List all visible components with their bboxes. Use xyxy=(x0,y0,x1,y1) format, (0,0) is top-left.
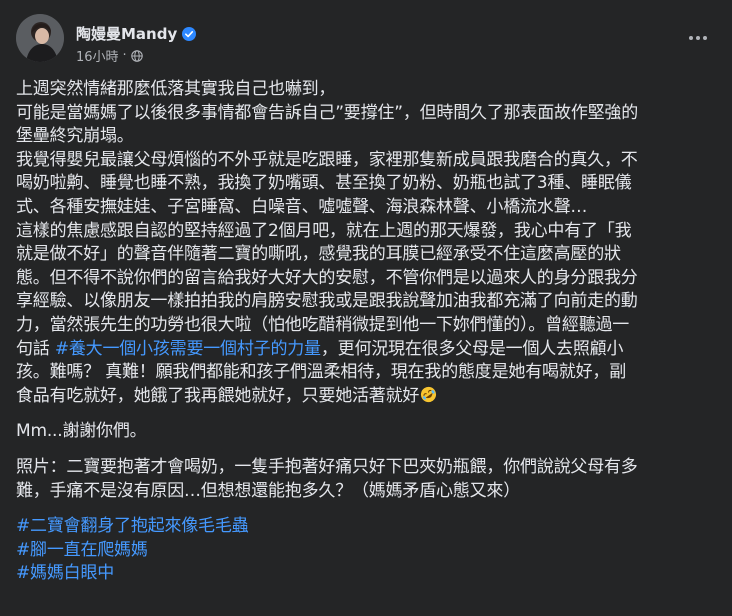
post-line: 喝奶啦齁、睡覺也睡不熟，我換了奶嘴頭、甚至換了奶粉、奶瓶也試了3種、睡眠儀 xyxy=(16,173,632,194)
post-line: 上週突然情緒那麼低落其實我自己也嚇到， xyxy=(16,79,336,99)
globe-icon[interactable] xyxy=(130,49,143,62)
post-line: 我覺得嬰兒最讓父母煩惱的不外乎就是吃跟睡，家裡那隻新成員跟我磨合的真久，不 xyxy=(16,149,638,170)
post-text: ，更何況現在很多父母是一個人去照顧小 xyxy=(320,338,624,359)
hashtag-link[interactable]: #養大一個小孩需要一個村子的力量 xyxy=(55,339,321,359)
hashtag-link[interactable]: #腳一直在爬媽媽 xyxy=(16,539,716,563)
post-line: 態。但不得不說你們的留言給我好大好大的安慰，不管你們是以過來人的身分跟我分 xyxy=(16,267,638,288)
facebook-post: 陶嫚曼Mandy 16小時 · 上週突然情緒那麼低落其實我自己也嚇到， 可能是當… xyxy=(0,0,732,616)
post-line: 堡壘終究崩塌。 xyxy=(16,126,134,147)
rolling-on-floor-laughing-emoji xyxy=(421,386,437,402)
post-line: 享經驗、以像朋友一樣拍拍我的肩膀安慰我或是跟我說聲加油我都充滿了向前走的動 xyxy=(16,291,638,312)
post-line: 力，當然張先生的功勞也很大啦（怕他吃醋稍微提到他一下妳們懂的）。曾經聽過一 xyxy=(16,314,630,335)
post-meta: 16小時 · xyxy=(76,46,143,65)
author-name-row: 陶嫚曼Mandy xyxy=(76,23,197,44)
meta-separator: · xyxy=(122,48,127,63)
post-paragraph-thanks: Mm...謝謝你們。 xyxy=(16,420,716,444)
post-line: 式、各種安撫娃娃、子宮睡窩、白噪音、噓噓聲、海浪森林聲、小橋流水聲… xyxy=(16,196,588,217)
more-options-icon[interactable] xyxy=(684,30,712,46)
post-header: 陶嫚曼Mandy 16小時 · xyxy=(16,14,716,66)
post-line: 食品有吃就好，她餓了我再餵她就好，只要她活著就好 xyxy=(16,385,716,409)
post-line: 孩。難嗎？ 真難！願我們都能和孩子們溫柔相待，現在我的態度是她有喝就好，副 xyxy=(16,362,627,383)
post-line: Mm...謝謝你們。 xyxy=(16,421,147,442)
post-line: 照片：二寶要抱著才會喝奶，一隻手抱著好痛只好下巴夾奶瓶餵，你們說說父母有多 xyxy=(16,456,638,477)
post-paragraph-photo-caption: 照片：二寶要抱著才會喝奶，一隻手抱著好痛只好下巴夾奶瓶餵，你們說說父母有多 難，… xyxy=(16,456,716,503)
post-line: 就是做不好」的聲音伴隨著二寶的嘶吼，感覺我的耳膜已經承受不住這麼高壓的狀 xyxy=(16,244,621,265)
author-name[interactable]: 陶嫚曼Mandy xyxy=(76,23,177,44)
post-text: 句話 xyxy=(16,338,55,359)
post-body: 上週突然情緒那麼低落其實我自己也嚇到， 可能是當媽媽了以後很多事情都會告訴自己”… xyxy=(16,78,716,586)
avatar-photo xyxy=(16,14,64,62)
post-text: 食品有吃就好，她餓了我再餵她就好，只要她活著就好 xyxy=(16,385,420,406)
hashtag-link[interactable]: #媽媽白眼中 xyxy=(16,562,716,586)
post-line: 可能是當媽媽了以後很多事情都會告訴自己”要撐住”，但時間久了那表面故作堅強的 xyxy=(16,102,639,123)
post-timestamp[interactable]: 16小時 xyxy=(76,46,119,65)
post-paragraph-main: 上週突然情緒那麼低落其實我自己也嚇到， 可能是當媽媽了以後很多事情都會告訴自己”… xyxy=(16,78,716,408)
post-line: 難，手痛不是沒有原因…但想想還能抱多久？（媽媽矛盾心態又來） xyxy=(16,480,520,501)
post-line: 句話 #養大一個小孩需要一個村子的力量，更何況現在很多父母是一個人去照顧小 xyxy=(16,338,716,362)
post-line: 這樣的焦慮感跟自認的堅持經過了2個月吧，就在上週的那天爆發，我心中有了「我 xyxy=(16,220,632,241)
post-hashtags: #二寶會翻身了抱起來像毛毛蟲 #腳一直在爬媽媽 #媽媽白眼中 xyxy=(16,515,716,586)
hashtag-link[interactable]: #二寶會翻身了抱起來像毛毛蟲 xyxy=(16,515,716,539)
verified-badge-icon xyxy=(182,26,197,41)
author-avatar[interactable] xyxy=(16,14,64,62)
